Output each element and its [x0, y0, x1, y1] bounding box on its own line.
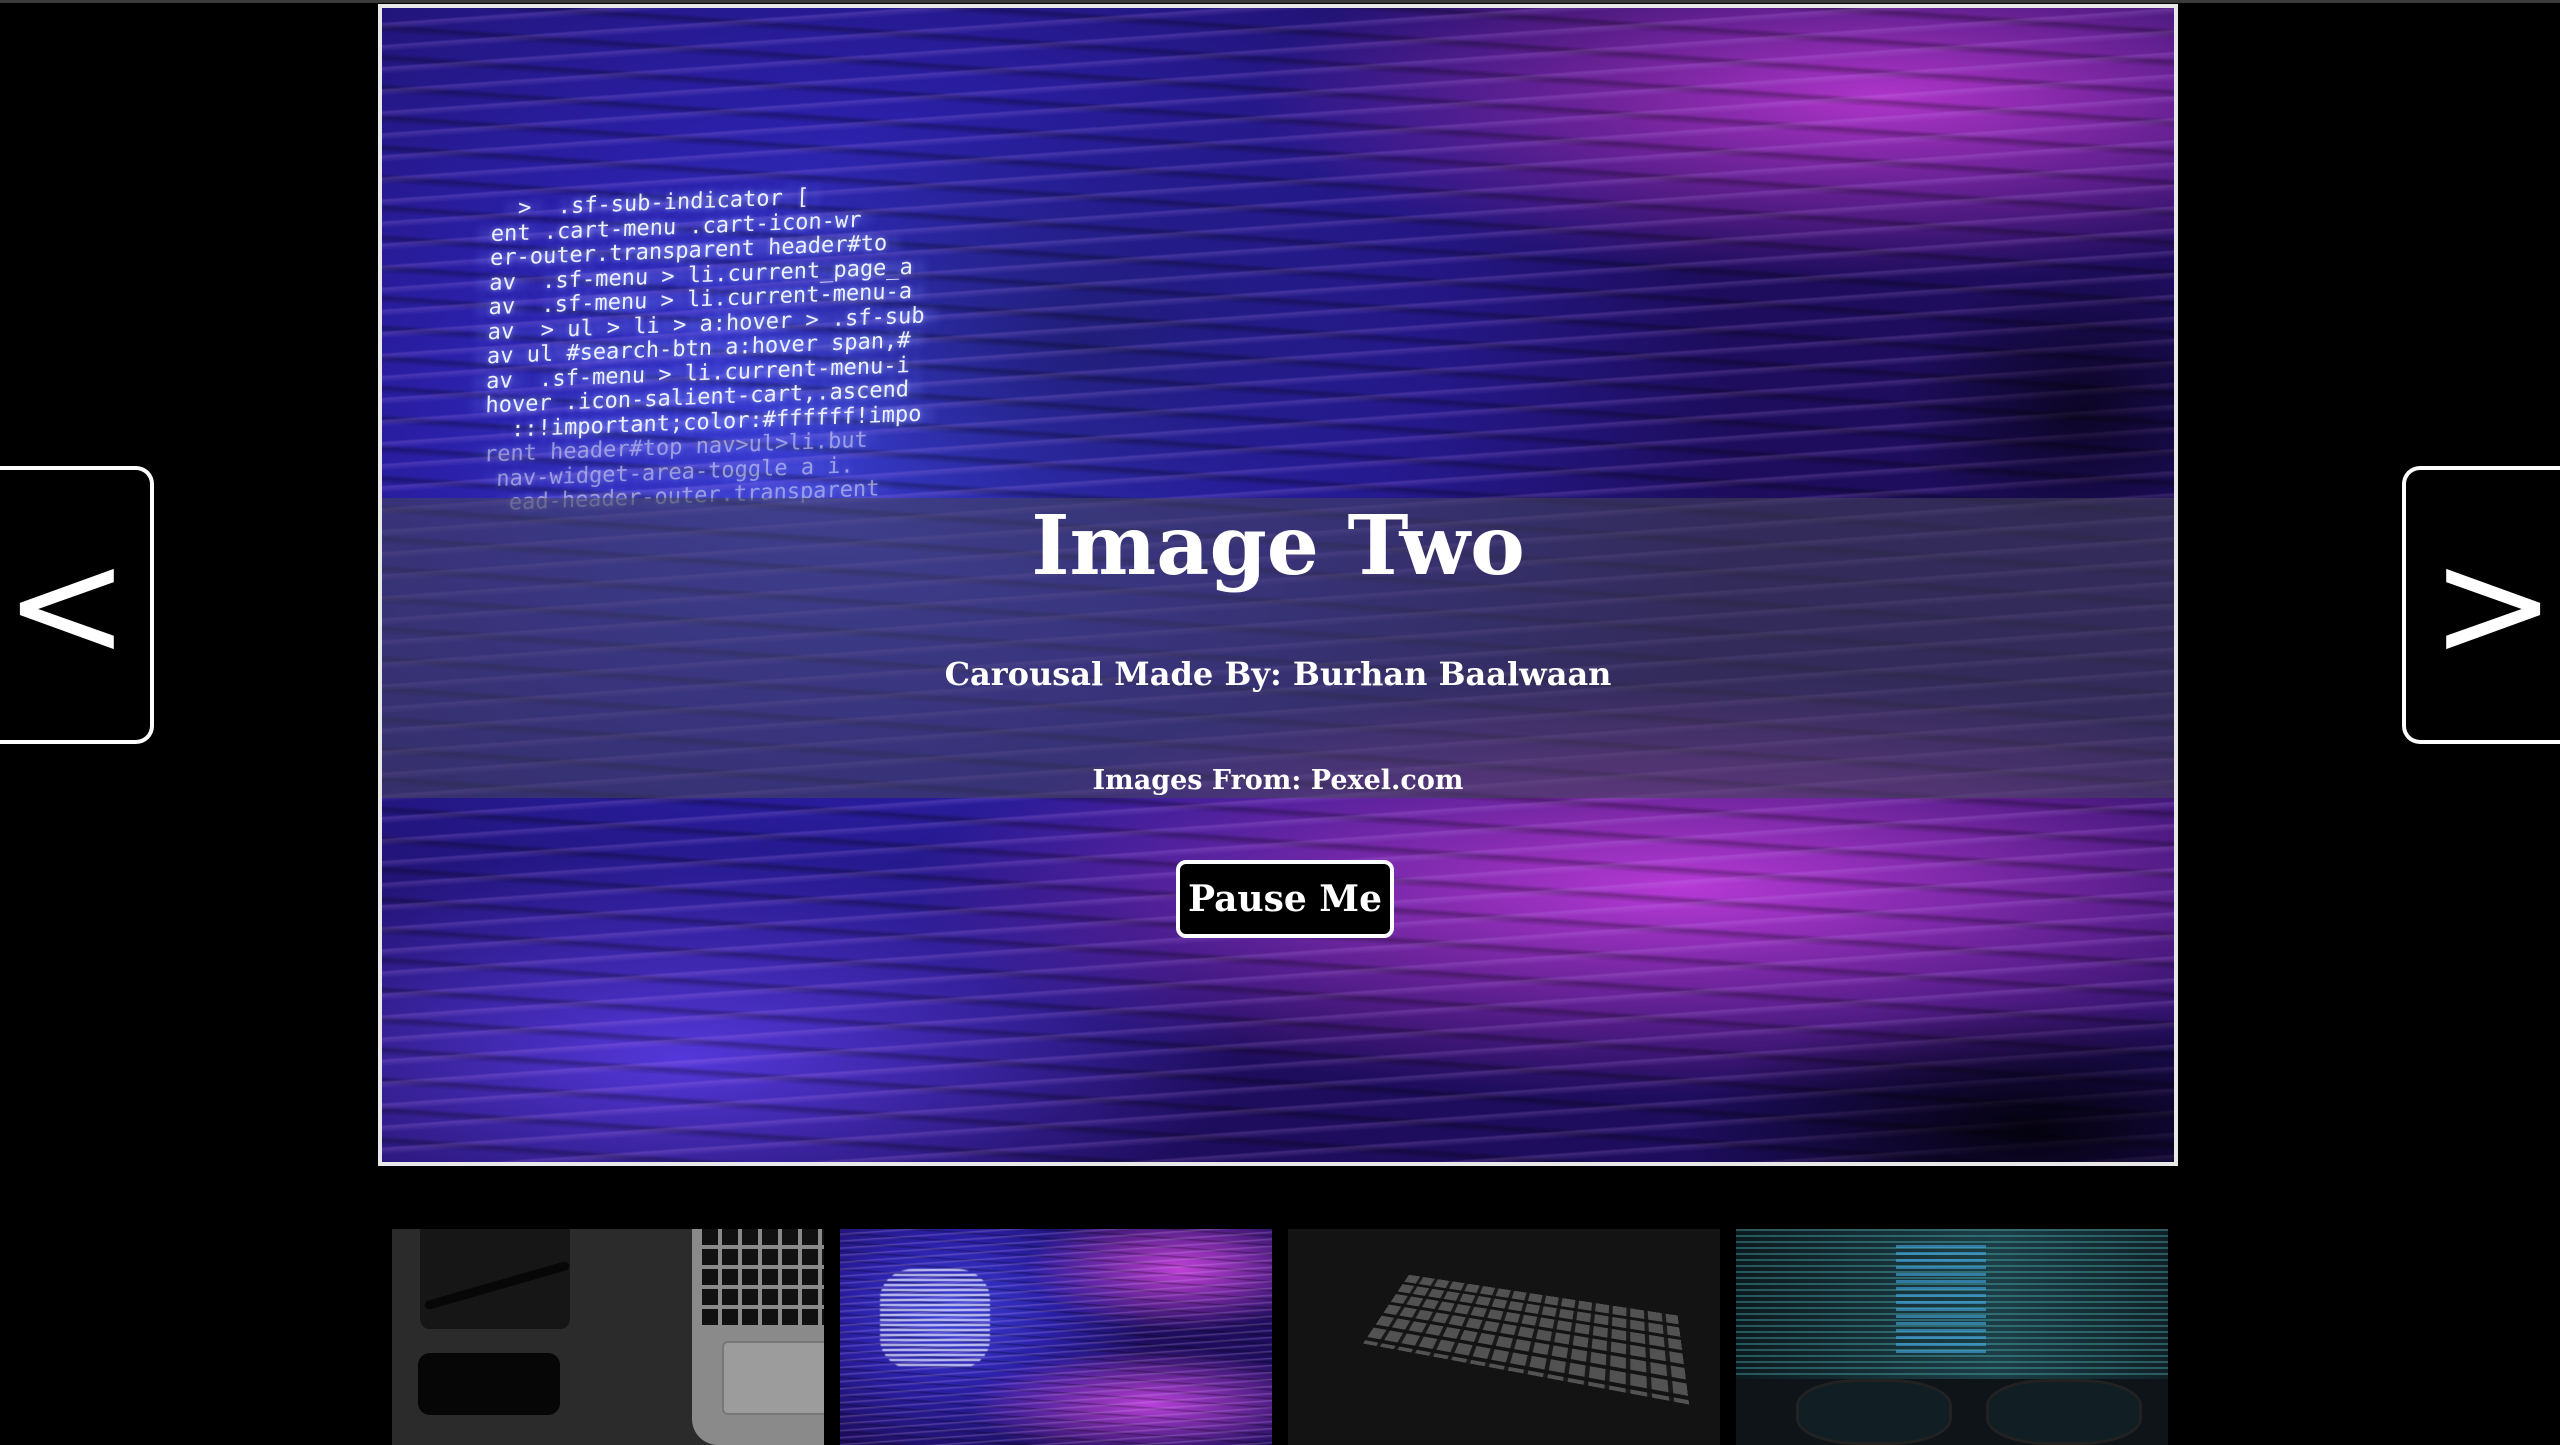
glasses-lens-right-graphic	[1986, 1379, 2142, 1445]
keyboard-graphic	[702, 1229, 824, 1325]
thumbnail-2[interactable]	[840, 1229, 1272, 1445]
code-panel-graphic	[1896, 1245, 1986, 1355]
notebook-graphic	[420, 1229, 570, 1329]
next-slide-button[interactable]: >	[2402, 466, 2560, 744]
phone-graphic	[418, 1353, 560, 1415]
previous-slide-button[interactable]: <	[0, 466, 154, 744]
slide-credit: Carousal Made By: Burhan Baalwaan	[944, 655, 1612, 693]
glasses-lens-left-graphic	[1796, 1379, 1952, 1445]
slide-title: Image Two	[1031, 498, 1525, 594]
thumbnail-4[interactable]	[1736, 1229, 2168, 1445]
keyboard-graphic	[1362, 1274, 1690, 1405]
slide-image-code: > .sf-sub-indicator [ ent .cart-menu .ca…	[482, 170, 1211, 517]
trackpad-graphic	[722, 1341, 824, 1415]
thumbnail-3[interactable]	[1288, 1229, 1720, 1445]
carousel-slide: > .sf-sub-indicator [ ent .cart-menu .ca…	[378, 4, 2178, 1166]
pause-button[interactable]: Pause Me	[1176, 860, 1394, 938]
thumbnail-1[interactable]	[392, 1229, 824, 1445]
slide-source: Images From: Pexel.com	[1092, 765, 1464, 796]
top-divider	[0, 0, 2560, 3]
code-text-graphic	[880, 1269, 990, 1369]
